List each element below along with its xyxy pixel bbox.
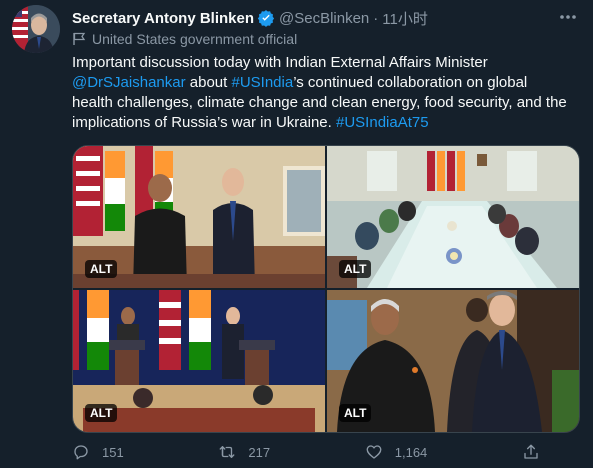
retweet-button[interactable]: 217 bbox=[218, 443, 270, 461]
government-label: United States government official bbox=[72, 30, 297, 48]
hashtag-link[interactable]: #USIndiaAt75 bbox=[336, 114, 429, 131]
heart-icon bbox=[366, 445, 382, 459]
government-label-text: United States government official bbox=[92, 31, 298, 47]
reply-icon bbox=[74, 445, 88, 460]
more-options-icon[interactable] bbox=[557, 8, 579, 26]
media-photo-2[interactable]: ALT bbox=[327, 146, 579, 288]
like-count: 1,164 bbox=[394, 444, 428, 460]
timestamp[interactable]: 11小时 bbox=[382, 8, 428, 29]
retweet-count: 217 bbox=[248, 444, 271, 460]
media-photo-3[interactable]: ALT bbox=[73, 290, 325, 432]
like-button[interactable]: 1,164 bbox=[365, 443, 428, 461]
alt-badge[interactable]: ALT bbox=[339, 260, 372, 278]
mention-link[interactable]: @DrSJaishankar bbox=[72, 74, 186, 91]
retweet-icon bbox=[219, 446, 235, 458]
share-button[interactable] bbox=[522, 443, 552, 461]
media-grid: ALT ALT ALT ALT bbox=[72, 145, 580, 433]
alt-badge[interactable]: ALT bbox=[85, 404, 118, 422]
tweet-actions: 151 217 1,164 bbox=[72, 442, 572, 462]
flag-icon bbox=[73, 32, 86, 45]
media-photo-1[interactable]: ALT bbox=[73, 146, 325, 288]
media-photo-4[interactable]: ALT bbox=[327, 290, 579, 432]
tweet-text-part: Important discussion today with Indian E… bbox=[72, 54, 488, 71]
avatar[interactable] bbox=[12, 5, 60, 53]
tweet-text-part: about bbox=[185, 74, 232, 91]
share-icon bbox=[524, 444, 538, 459]
alt-badge[interactable]: ALT bbox=[339, 404, 372, 422]
separator: · bbox=[373, 9, 379, 27]
hashtag-link[interactable]: #USIndia bbox=[231, 74, 293, 91]
verified-icon bbox=[257, 10, 275, 27]
author-handle[interactable]: @SecBlinken bbox=[279, 10, 369, 27]
tweet-text: Important discussion today with Indian E… bbox=[72, 53, 572, 133]
author-name[interactable]: Secretary Antony Blinken bbox=[72, 10, 254, 27]
alt-badge[interactable]: ALT bbox=[85, 260, 118, 278]
reply-count: 151 bbox=[102, 444, 124, 460]
reply-button[interactable]: 151 bbox=[72, 443, 124, 461]
